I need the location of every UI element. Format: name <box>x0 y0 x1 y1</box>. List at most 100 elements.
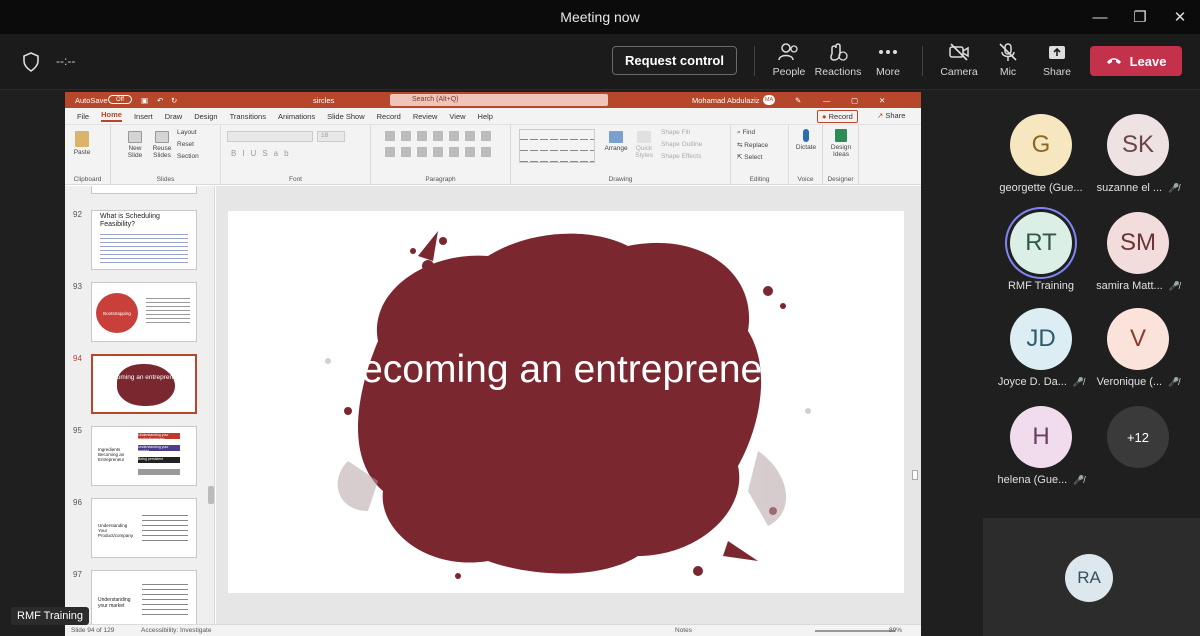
reactions-button[interactable]: Reactions <box>811 42 865 78</box>
request-control-button[interactable]: Request control <box>612 46 737 75</box>
ppt-restore-icon[interactable]: ▢ <box>851 96 858 105</box>
self-video-tile[interactable]: RA <box>983 518 1200 636</box>
record-label: Record <box>828 112 853 121</box>
new-slide-button[interactable]: New Slide <box>125 131 145 159</box>
people-icon <box>778 43 798 61</box>
notes-button[interactable]: Notes <box>675 627 692 634</box>
participant-tile[interactable]: JD Joyce D. Da... 🎤̸ <box>991 308 1091 388</box>
font-format-buttons[interactable]: BIUSab <box>231 149 295 158</box>
replace-button[interactable]: ⇆ Replace <box>737 141 768 149</box>
slides-group-label: Slides <box>156 176 175 183</box>
minimize-icon[interactable]: — <box>1080 0 1120 34</box>
ppt-search-box[interactable]: Search (Alt+Q) <box>390 94 608 106</box>
tab-review[interactable]: Review <box>413 112 438 121</box>
autosave-toggle[interactable]: Off <box>108 95 132 104</box>
restore-icon[interactable]: ❐ <box>1120 0 1160 34</box>
camera-button[interactable]: Camera <box>932 42 986 78</box>
layout-button[interactable]: Layout <box>177 129 197 136</box>
record-button[interactable]: ● Record <box>817 110 858 123</box>
thumb-blob <box>117 364 175 406</box>
find-button[interactable]: ⌕ Find <box>737 129 755 137</box>
slide-thumbnail[interactable]: Understanding your market <box>91 570 197 630</box>
redo-icon[interactable]: ↻ <box>171 96 177 105</box>
ppt-minimize-icon[interactable]: — <box>823 96 831 105</box>
tab-animations[interactable]: Animations <box>278 112 315 121</box>
thumb-box <box>138 469 180 475</box>
slide-thumbnail[interactable] <box>91 186 197 194</box>
tab-slide-show[interactable]: Slide Show <box>327 112 365 121</box>
participant-tile[interactable]: SM samira Matt... 🎤̸ <box>1088 212 1188 292</box>
section-button[interactable]: Section <box>177 153 199 160</box>
slide-thumbnail[interactable]: What is Scheduling Feasibility? <box>91 210 197 270</box>
slide-number: 94 <box>73 354 82 363</box>
font-size-select[interactable]: 18 <box>317 131 345 142</box>
quick-styles-button[interactable]: Quick Styles <box>631 131 657 159</box>
share-button[interactable]: Share <box>1030 42 1084 78</box>
current-slide[interactable]: Becoming an entrepreneur <box>228 211 904 593</box>
thumbs-scrollbar[interactable] <box>208 486 214 504</box>
window-controls: — ❐ ✕ <box>1080 0 1200 34</box>
align-buttons[interactable] <box>385 147 495 157</box>
mic-button[interactable]: Mic <box>981 42 1035 78</box>
select-button[interactable]: ⇱ Select <box>737 153 762 161</box>
slide-title[interactable]: Becoming an entrepreneur <box>228 347 904 393</box>
slide-thumbnail[interactable]: Ingredients Becoming an Entrepreneur Und… <box>91 426 197 486</box>
canvas-scroll-thumb[interactable] <box>912 470 918 480</box>
tab-home[interactable]: Home <box>101 110 122 122</box>
pen-icon[interactable]: ✎ <box>795 96 801 105</box>
tab-help[interactable]: Help <box>478 112 493 121</box>
zoom-level[interactable]: 89% <box>889 627 902 634</box>
tab-insert[interactable]: Insert <box>134 112 153 121</box>
canvas-scrollbar[interactable] <box>912 190 918 630</box>
list-buttons[interactable] <box>385 131 495 141</box>
tab-design[interactable]: Design <box>194 112 217 121</box>
shapes-gallery[interactable] <box>519 129 595 163</box>
design-ideas-button[interactable]: Design Ideas <box>826 129 856 158</box>
font-name-select[interactable] <box>227 131 313 142</box>
drawing-group-label: Drawing <box>608 176 633 183</box>
arrange-button[interactable]: Arrange <box>603 131 629 152</box>
ppt-title-bar: AutoSave Off ▣ ↶ ↻ sircles Search (Alt+Q… <box>65 92 921 108</box>
file-name[interactable]: sircles <box>313 96 334 105</box>
undo-icon[interactable]: ↶ <box>157 96 163 105</box>
slide-thumbnail-selected[interactable]: Becoming an entrepreneur <box>91 354 197 414</box>
tab-draw[interactable]: Draw <box>165 112 183 121</box>
slide-number: 93 <box>73 282 82 291</box>
more-participants-button[interactable]: +12 <box>1088 406 1188 468</box>
participant-tile[interactable]: V Veronique (... 🎤̸ <box>1088 308 1188 388</box>
ppt-share-button[interactable]: ↗ Share <box>877 111 905 120</box>
tab-record[interactable]: Record <box>377 112 401 121</box>
reuse-slides-button[interactable]: Reuse Slides <box>151 131 173 159</box>
thumb-text-lines <box>142 513 188 541</box>
dictate-button[interactable]: Dictate <box>793 129 819 151</box>
paragraph-group-label: Paragraph <box>425 176 456 183</box>
participant-tile[interactable]: RT RMF Training <box>991 212 1091 292</box>
shape-fill-button[interactable]: Shape Fill <box>661 129 690 136</box>
accessibility-status[interactable]: Accessibility: Investigate <box>141 627 211 634</box>
slide-thumbnail[interactable]: Bootstrapping <box>91 282 197 342</box>
tab-file[interactable]: File <box>77 112 89 121</box>
shape-effects-button[interactable]: Shape Effects <box>661 153 701 160</box>
reset-button[interactable]: Reset <box>177 141 194 148</box>
leave-button[interactable]: Leave <box>1090 46 1182 76</box>
save-icon[interactable]: ▣ <box>141 96 148 105</box>
more-button[interactable]: More <box>861 42 915 78</box>
tab-transitions[interactable]: Transitions <box>230 112 266 121</box>
zoom-slider[interactable] <box>815 630 895 632</box>
ppt-close-icon[interactable]: ✕ <box>879 96 885 105</box>
paste-label: Paste <box>73 149 91 156</box>
shape-outline-button[interactable]: Shape Outline <box>661 141 702 148</box>
dictate-label: Dictate <box>795 144 817 151</box>
people-button[interactable]: People <box>762 42 816 78</box>
ppt-status-bar: Slide 94 of 129 Accessibility: Investiga… <box>65 624 921 636</box>
user-avatar[interactable]: MA <box>763 95 775 105</box>
participant-tile[interactable]: G georgette (Gue... <box>991 114 1091 194</box>
participant-tile[interactable]: SK suzanne el ... 🎤̸ <box>1088 114 1188 194</box>
new-slide-label: New Slide <box>127 145 143 159</box>
close-icon[interactable]: ✕ <box>1160 0 1200 34</box>
tab-view[interactable]: View <box>449 112 465 121</box>
slide-thumbnail[interactable]: Understanding Your Product/company <box>91 498 197 558</box>
thumb-title: Becoming an entrepreneur <box>105 374 183 381</box>
paste-button[interactable]: Paste <box>71 131 93 156</box>
participant-tile[interactable]: H helena (Gue... 🎤̸ <box>991 406 1091 486</box>
